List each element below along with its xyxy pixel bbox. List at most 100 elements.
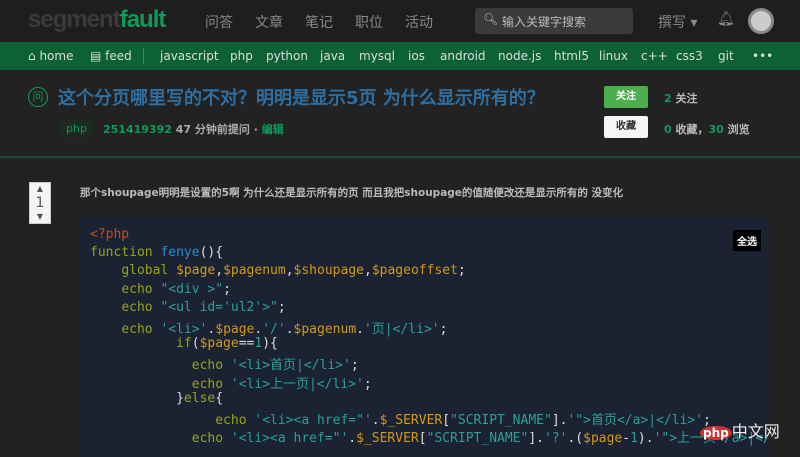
write-dropdown[interactable]: 撰写 ▾ — [658, 12, 697, 32]
code-token: [ — [442, 412, 451, 428]
code-token: $shoupage — [293, 263, 364, 279]
code-token: ; — [363, 376, 372, 392]
code-token: echo — [121, 281, 161, 297]
watermark-logo: php 中文网 — [700, 418, 780, 442]
upvote-button[interactable]: ▲ — [30, 183, 50, 195]
more-tags-button[interactable]: ••• — [752, 49, 773, 63]
logo[interactable]: segmentfault — [28, 6, 166, 34]
code-token: '<li>上一页|</li>' — [230, 376, 364, 392]
code-token: "SCRIPT_NAME" — [426, 431, 529, 447]
code-token: ]. — [528, 431, 544, 447]
code-token: '页|</li>' — [363, 321, 440, 337]
nav-articles[interactable]: 文章 — [255, 12, 283, 32]
code-token: "<ul id='ul2'>" — [160, 299, 278, 315]
tag-mysql[interactable]: mysql — [359, 49, 395, 63]
code-token: echo — [121, 321, 161, 337]
tag-php[interactable]: php — [230, 49, 253, 63]
page-title: 这个分页哪里写的不对？明明是显示5页 为什么显示所有的？ — [58, 88, 545, 109]
code-token: { — [215, 390, 224, 406]
tag-html5[interactable]: html5 — [554, 49, 589, 63]
code-token: "<div >" — [160, 281, 224, 297]
code-token: $page — [215, 321, 255, 337]
code-token: echo — [191, 358, 231, 374]
code-token: $page — [583, 431, 623, 447]
tag-nodejs[interactable]: node.js — [498, 49, 541, 63]
code-token: . — [356, 321, 364, 337]
code-token: . — [348, 431, 357, 447]
question-tag-php[interactable]: php — [60, 120, 93, 137]
code-token: ){ — [262, 336, 278, 352]
tag-git[interactable]: git — [718, 49, 734, 63]
code-token: $page — [176, 263, 216, 279]
code-token: '<li>' — [160, 321, 208, 337]
code-token: if — [176, 336, 192, 352]
nav-home[interactable]: ⌂ home — [28, 49, 73, 63]
code-line: }else{ — [90, 391, 770, 409]
code-token: ]. — [551, 412, 568, 428]
follow-count: 2 关注 — [664, 92, 698, 105]
tag-linux[interactable]: linux — [599, 49, 628, 63]
downvote-button[interactable]: ▼ — [30, 211, 50, 223]
code-token: '?' — [543, 431, 568, 447]
code-token: ( — [191, 336, 200, 352]
code-token: <?php — [90, 227, 130, 242]
code-line: echo '<li>'.$page.'/'.$pagenum.'页|</li>'… — [90, 318, 770, 337]
vote-count: 1 — [35, 195, 45, 211]
code-token: '<li>首页|</li>' — [230, 358, 351, 374]
question-badge: 问 — [28, 87, 48, 107]
code-token: '<li><a href="' — [230, 431, 349, 447]
author-link[interactable]: 251419392 — [103, 123, 172, 136]
code-token: echo — [121, 299, 161, 315]
edit-link[interactable]: 编辑 — [262, 123, 284, 136]
tag-java[interactable]: java — [320, 49, 345, 63]
nav-events[interactable]: 活动 — [405, 12, 433, 32]
code-token: '/' — [262, 321, 286, 337]
nav-jobs[interactable]: 职位 — [355, 12, 383, 32]
tag-cpp[interactable]: c++ — [641, 49, 668, 63]
code-line: echo "<ul id='ul2'>"; — [90, 300, 770, 318]
nav-feed[interactable]: ▤ feed — [90, 49, 132, 63]
code-token: == — [238, 336, 255, 352]
bookmark-button[interactable]: 收藏 — [604, 116, 648, 138]
code-token: echo — [191, 431, 231, 447]
nav-notes[interactable]: 笔记 — [305, 12, 333, 32]
search-icon: 🔍︎ — [483, 12, 499, 26]
tag-css3[interactable]: css3 — [676, 49, 703, 63]
code-token: function — [90, 245, 161, 261]
search-input[interactable]: 🔍︎ 输入关键字搜索 — [475, 8, 633, 34]
top-bar: segmentfault 问答 文章 笔记 职位 活动 🔍︎ 输入关键字搜索 撰写… — [0, 0, 800, 42]
tag-javascript[interactable]: javascript — [160, 49, 219, 63]
divider — [0, 156, 800, 158]
code-token: "SCRIPT_NAME" — [450, 412, 552, 428]
code-token: . — [285, 321, 294, 337]
code-line: function fenye(){ — [90, 245, 770, 263]
code-token: $pageoffset — [371, 263, 458, 279]
vote-widget: ▲ 1 ▼ — [29, 182, 51, 224]
code-token: $page — [199, 336, 239, 352]
tag-python[interactable]: python — [266, 49, 308, 63]
bell-icon[interactable]: 🔔︎ — [717, 11, 735, 27]
select-all-button[interactable]: 全选 — [733, 230, 761, 251]
code-token: .( — [567, 431, 584, 447]
code-token: '">首页</a>|</li>' — [567, 412, 704, 428]
tag-android[interactable]: android — [440, 49, 486, 63]
code-line: if($page==1){ — [90, 336, 770, 354]
code-token: , — [215, 263, 224, 279]
tag-ios[interactable]: ios — [408, 49, 425, 63]
code-token: [ — [418, 431, 427, 447]
code-token: else — [183, 390, 216, 406]
follow-button[interactable]: 关注 — [604, 86, 648, 108]
code-block: <?php function fenye(){ global $page,$pag… — [80, 217, 771, 457]
avatar[interactable] — [748, 8, 774, 34]
code-token: echo — [191, 376, 231, 392]
nav-questions[interactable]: 问答 — [205, 12, 233, 32]
code-token: ). — [637, 431, 654, 447]
code-token: echo — [215, 412, 255, 428]
code-line: echo '<li>首页|</li>'; — [90, 354, 770, 374]
